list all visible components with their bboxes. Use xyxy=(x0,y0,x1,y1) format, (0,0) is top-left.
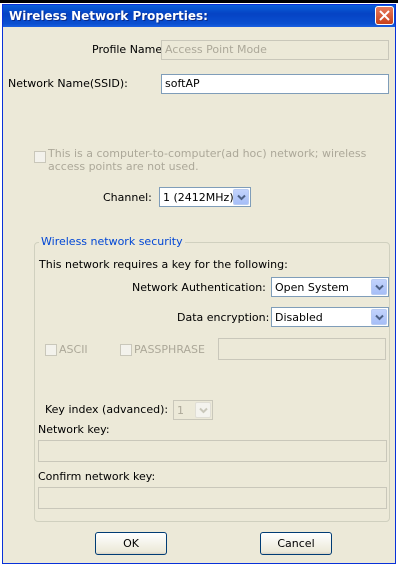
top-border-line xyxy=(0,0,398,3)
profile-name-field: Access Point Mode xyxy=(161,40,389,60)
passphrase-label: PASSPHRASE xyxy=(134,343,205,356)
auth-select[interactable]: Open System xyxy=(271,277,389,297)
title-bar[interactable]: Wireless Network Properties: xyxy=(3,5,395,27)
encryption-label: Data encryption: xyxy=(177,311,270,324)
auth-dropdown-button[interactable] xyxy=(371,279,387,295)
adhoc-checkbox[interactable] xyxy=(34,151,46,163)
cancel-button[interactable]: Cancel xyxy=(260,532,332,555)
encryption-select[interactable]: Disabled xyxy=(271,307,389,327)
channel-select[interactable]: 1 (2412MHz) xyxy=(159,187,251,207)
ok-button[interactable]: OK xyxy=(95,532,167,555)
confirm-key-field[interactable] xyxy=(38,487,387,509)
dialog-title: Wireless Network Properties: xyxy=(9,9,208,23)
channel-label: Channel: xyxy=(103,191,152,204)
profile-name-label: Profile Name: xyxy=(92,43,166,56)
key-index-dropdown-button[interactable] xyxy=(195,402,211,418)
close-button[interactable] xyxy=(375,6,394,25)
wireless-properties-dialog: Wireless Network Properties: Profile Nam… xyxy=(2,4,396,564)
ssid-input[interactable]: softAP xyxy=(161,74,389,94)
network-key-label: Network key: xyxy=(38,423,110,436)
channel-dropdown-button[interactable] xyxy=(233,189,249,205)
security-legend: Wireless network security xyxy=(39,235,185,248)
adhoc-label-line1: This is a computer-to-computer(ad hoc) n… xyxy=(48,147,367,160)
adhoc-label-line2: access points are not used. xyxy=(48,160,199,173)
passphrase-checkbox[interactable] xyxy=(120,344,132,356)
ssid-label: Network Name(SSID): xyxy=(8,77,128,90)
auth-label: Network Authentication: xyxy=(132,281,266,294)
security-description: This network requires a key for the foll… xyxy=(39,258,288,271)
key-index-label: Key index (advanced): xyxy=(45,403,169,416)
ascii-checkbox[interactable] xyxy=(45,344,57,356)
channel-value: 1 (2412MHz) xyxy=(163,191,234,204)
auth-value: Open System xyxy=(275,281,349,294)
key-index-select[interactable]: 1 xyxy=(173,400,213,420)
network-key-field[interactable] xyxy=(38,440,387,462)
confirm-key-label: Confirm network key: xyxy=(38,470,156,483)
key-index-value: 1 xyxy=(177,404,184,417)
ascii-label: ASCII xyxy=(59,343,88,356)
encryption-dropdown-button[interactable] xyxy=(371,309,387,325)
passphrase-field[interactable] xyxy=(218,338,386,360)
encryption-value: Disabled xyxy=(275,311,323,324)
